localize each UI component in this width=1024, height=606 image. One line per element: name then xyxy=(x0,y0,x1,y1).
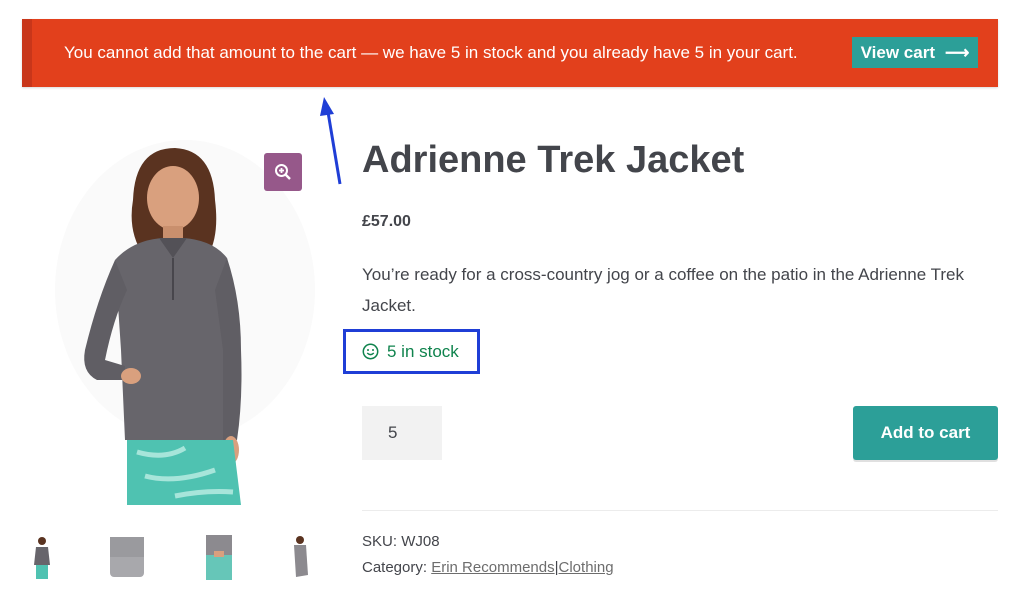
view-cart-button[interactable]: View cart ⟶ xyxy=(852,37,978,68)
notice-message: You cannot add that amount to the cart —… xyxy=(64,43,798,62)
error-notice: You cannot add that amount to the cart —… xyxy=(22,19,998,87)
thumbnail-4[interactable] xyxy=(280,535,320,580)
smiley-icon xyxy=(362,343,379,360)
divider xyxy=(362,510,998,511)
sku-label: SKU: xyxy=(362,533,398,550)
category-label: Category: xyxy=(362,559,428,576)
product-description: You’re ready for a cross-country jog or … xyxy=(362,265,964,315)
product-price: £57.00 xyxy=(362,213,411,230)
product-title: Adrienne Trek Jacket xyxy=(362,139,745,181)
sku-value: WJ08 xyxy=(401,533,440,550)
zoom-in-icon xyxy=(275,164,291,180)
thumbnail-1[interactable] xyxy=(28,535,68,580)
add-to-cart-button[interactable]: Add to cart xyxy=(853,406,998,460)
zoom-button[interactable] xyxy=(264,153,302,191)
product-main-image[interactable] xyxy=(55,140,317,505)
stock-text: 5 in stock xyxy=(387,341,459,361)
stock-status: 5 in stock xyxy=(343,329,480,374)
view-cart-label: View cart xyxy=(860,42,935,62)
quantity-input[interactable] xyxy=(362,406,442,460)
thumbnail-3[interactable] xyxy=(200,535,240,580)
sku-line: SKU: WJ08 xyxy=(362,533,440,550)
category-link-erin-recommends[interactable]: Erin Recommends xyxy=(431,559,554,576)
category-line: Category: Erin Recommends|Clothing xyxy=(362,559,614,576)
category-link-clothing[interactable]: Clothing xyxy=(559,559,614,576)
arrow-right-icon: ⟶ xyxy=(944,42,970,62)
thumbnail-2[interactable] xyxy=(108,535,148,580)
